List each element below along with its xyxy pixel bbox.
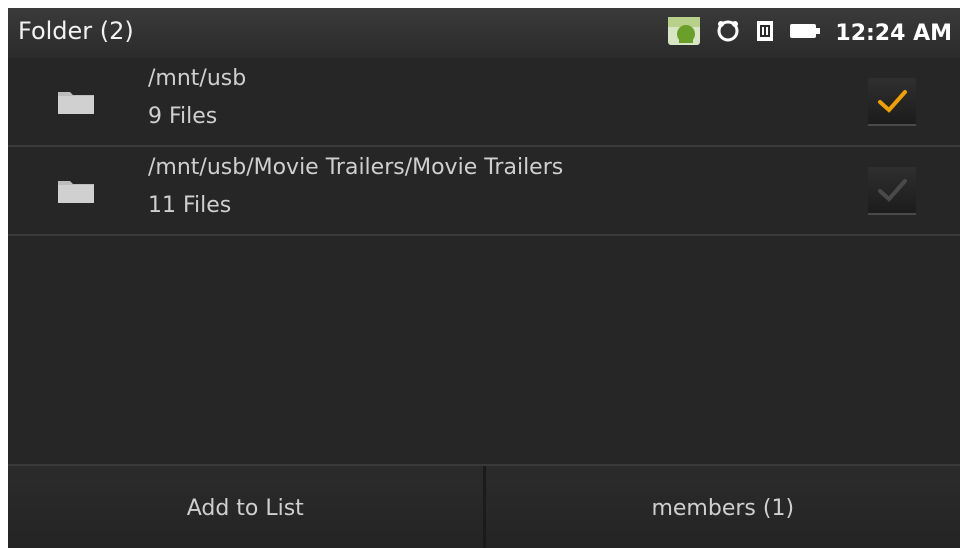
file-count: 9 Files <box>148 104 218 129</box>
checkmark-icon <box>868 90 916 128</box>
screen: Folder (2) 12:24 AM /mnt/usb 9 Files /mn… <box>8 8 960 548</box>
sim-card-icon <box>755 19 775 47</box>
bottom-action-bar: Add to List members (1) <box>8 464 960 548</box>
folder-icon <box>56 86 96 116</box>
folder-checkbox[interactable] <box>868 167 916 215</box>
add-to-list-button[interactable]: Add to List <box>8 466 486 548</box>
folder-checkbox[interactable] <box>868 78 916 126</box>
checkmark-icon <box>868 179 916 217</box>
status-bar: 12:24 AM <box>653 16 952 50</box>
list-item[interactable]: /mnt/usb/Movie Trailers/Movie Trailers 1… <box>8 147 960 236</box>
members-button[interactable]: members (1) <box>485 466 960 548</box>
folder-path: /mnt/usb/Movie Trailers/Movie Trailers <box>148 155 564 180</box>
clock: 12:24 AM <box>835 20 952 46</box>
folder-icon <box>56 175 96 205</box>
file-count: 11 Files <box>148 193 232 218</box>
folder-list: /mnt/usb 9 Files /mnt/usb/Movie Trailers… <box>8 58 960 236</box>
android-market-icon <box>667 16 701 50</box>
page-title: Folder (2) <box>18 17 134 45</box>
folder-path: /mnt/usb <box>148 66 247 91</box>
title-bar: Folder (2) 12:24 AM <box>8 8 960 59</box>
list-item[interactable]: /mnt/usb 9 Files <box>8 58 960 147</box>
battery-icon <box>789 22 821 44</box>
sync-icon <box>715 18 741 48</box>
